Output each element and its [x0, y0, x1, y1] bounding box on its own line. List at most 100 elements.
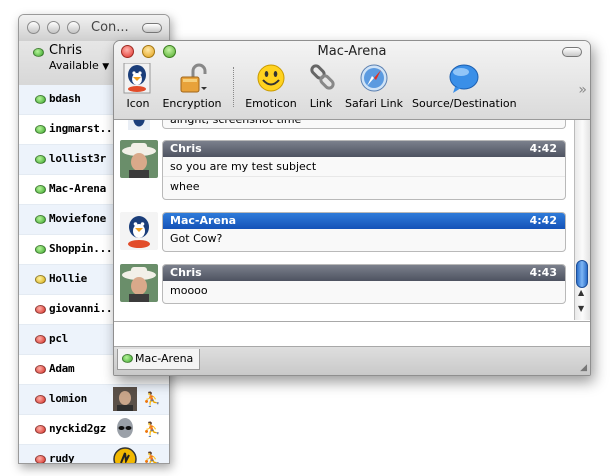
scrollbar-thumb[interactable] — [576, 260, 588, 288]
buddy-name: rudy — [49, 452, 75, 464]
message-bubble: Mac-Arena 4:42 Got Cow? — [162, 212, 566, 252]
message-group: alright, screenshot time — [120, 120, 566, 130]
penguin-avatar-icon — [128, 120, 150, 130]
source-destination-label: Source/Destination — [412, 97, 517, 110]
buddy-name: Moviefone — [49, 212, 106, 225]
toolbar-separator — [233, 67, 235, 107]
buddy-name: bdash — [49, 92, 81, 105]
message-timestamp: 4:42 — [529, 142, 557, 155]
badge-avatar-icon — [113, 447, 137, 463]
buddy-row[interactable]: nyckid2gz ⛹ — [19, 415, 169, 445]
chat-tab-label: Mac-Arena — [135, 352, 194, 365]
message-group: Mac-Arena 4:42 Got Cow? — [120, 212, 566, 252]
icon-label: Icon — [126, 97, 150, 110]
smiley-icon — [254, 63, 288, 95]
cowboy-avatar-icon — [120, 264, 158, 302]
compass-icon — [357, 63, 391, 95]
buddy-name: Mac-Arena — [49, 182, 106, 195]
offline-status-icon — [35, 455, 46, 463]
minimize-button[interactable] — [47, 21, 60, 34]
message-transcript: alright, screenshot time Chris 4:42 so y… — [114, 120, 574, 320]
link-label: Link — [309, 97, 333, 110]
buddy-name: Shoppin... — [49, 242, 113, 255]
mobile-status-icon: ⛹ — [143, 422, 161, 438]
buddy-name: ingmarst... — [49, 122, 119, 135]
icon-button[interactable]: Icon — [120, 62, 156, 117]
penguin-icon — [121, 62, 155, 95]
toolbar-toggle-button[interactable] — [562, 47, 582, 57]
mobile-status-icon: ⛹ — [143, 392, 161, 408]
buddy-name: Hollie — [49, 272, 87, 285]
sender-name: Chris — [170, 266, 202, 279]
message-timestamp: 4:43 — [529, 266, 557, 279]
encryption-button[interactable]: Encryption — [162, 63, 222, 117]
message-input[interactable] — [114, 321, 590, 347]
message-group: Chris 4:42 so you are my test subject wh… — [120, 140, 566, 200]
offline-status-icon — [35, 395, 46, 404]
available-status-icon — [35, 185, 46, 194]
source-destination-button[interactable]: Source/Destination — [412, 63, 517, 117]
buddy-name: lomion — [49, 392, 87, 405]
sender-name: Mac-Arena — [170, 214, 237, 227]
contact-list-title: Con... — [91, 20, 129, 35]
available-status-icon — [35, 125, 46, 134]
emoticon-label: Emoticon — [245, 97, 297, 110]
buddy-name: Adam — [49, 362, 75, 375]
message-bubble: alright, screenshot time — [162, 120, 566, 129]
away-status-icon — [35, 275, 46, 284]
encryption-label: Encryption — [162, 97, 222, 110]
buddy-name: lollist3r — [49, 152, 106, 165]
buddy-row[interactable]: lomion ⛹ — [19, 385, 169, 415]
link-button[interactable]: Link — [306, 63, 336, 117]
chain-link-icon — [306, 63, 340, 95]
offline-status-icon — [35, 425, 46, 434]
available-status-icon — [122, 354, 133, 363]
available-status-icon — [35, 95, 46, 104]
available-status-icon — [35, 245, 46, 254]
contact-list-titlebar[interactable]: Con... — [19, 15, 169, 41]
resize-grip-icon[interactable]: ◢ — [580, 363, 587, 373]
status-label: Available — [49, 59, 99, 72]
speech-bubble-icon — [447, 63, 481, 95]
padlock-icon — [175, 63, 209, 95]
buddy-name: nyckid2gz — [49, 422, 106, 435]
offline-status-icon — [35, 365, 46, 374]
alien-avatar-icon — [113, 417, 137, 441]
chat-window: Mac-Arena Icon Encryption Emoticon Link … — [113, 40, 591, 376]
toolbar-toggle-button[interactable] — [142, 23, 162, 33]
chat-tab-mac-arena[interactable]: Mac-Arena — [117, 349, 201, 370]
scroll-down-arrow-icon[interactable]: ▼ — [578, 304, 584, 313]
buddy-row[interactable]: rudy ⛹ — [19, 445, 169, 464]
message-text: so you are my test subject — [163, 157, 565, 177]
status-selector[interactable]: Available ▼ — [49, 59, 109, 72]
message-text: moooo — [170, 284, 208, 297]
chat-toolbar: Mac-Arena Icon Encryption Emoticon Link … — [114, 41, 590, 120]
chevron-down-icon: ▼ — [102, 62, 110, 72]
message-header: Chris 4:42 — [163, 141, 565, 157]
available-status-icon — [35, 155, 46, 164]
message-group: Chris 4:43 moooo — [120, 264, 566, 304]
mobile-status-icon: ⛹ — [143, 452, 161, 464]
my-name: Chris — [49, 43, 83, 58]
offline-status-icon — [35, 335, 46, 344]
message-header: Mac-Arena 4:42 — [163, 213, 565, 229]
available-status-icon — [33, 48, 44, 57]
message-bubble: Chris 4:42 so you are my test subject wh… — [162, 140, 566, 200]
safari-link-label: Safari Link — [345, 97, 403, 110]
toolbar-overflow-button[interactable]: » — [578, 82, 586, 98]
close-button[interactable] — [27, 21, 40, 34]
message-header: Chris 4:43 — [163, 265, 565, 281]
transcript-scrollbar[interactable]: ▲ ▼ — [574, 120, 590, 320]
safari-link-button[interactable]: Safari Link — [344, 63, 404, 117]
offline-status-icon — [35, 305, 46, 314]
sender-name: Chris — [170, 142, 202, 155]
chat-tab-bar: Mac-Arena ◢ — [114, 347, 590, 375]
message-text: Got Cow? — [170, 232, 223, 245]
zoom-button[interactable] — [67, 21, 80, 34]
buddy-name: giovanni... — [49, 302, 119, 315]
buddy-name: pcl — [49, 332, 68, 345]
penguin-avatar-icon — [120, 212, 158, 250]
message-bubble: Chris 4:43 moooo — [162, 264, 566, 304]
emoticon-button[interactable]: Emoticon — [244, 63, 298, 117]
scroll-up-arrow-icon[interactable]: ▲ — [578, 288, 584, 297]
